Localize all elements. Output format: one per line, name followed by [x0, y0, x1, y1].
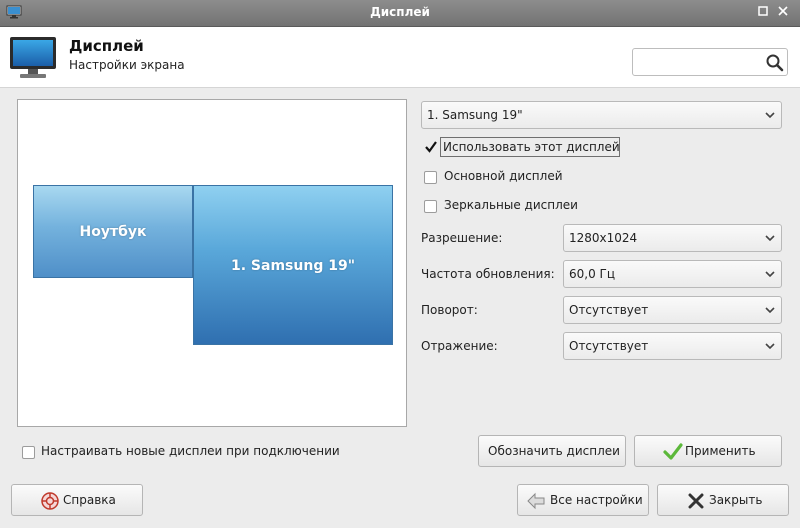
screen-samsung[interactable]: 1. Samsung 19" [193, 185, 393, 345]
close-window-button[interactable] [776, 6, 790, 20]
mirror-displays-label: Зеркальные дисплеи [444, 198, 578, 212]
rotation-value: Отсутствует [569, 303, 649, 317]
chevron-down-icon [765, 307, 775, 314]
rotation-select[interactable]: Отсутствует [563, 296, 782, 324]
chevron-down-icon [765, 235, 775, 242]
identify-displays-button[interactable]: Обозначить дисплеи [478, 435, 626, 467]
apply-label: Применить [685, 444, 756, 458]
configure-new-displays-checkbox[interactable] [22, 446, 35, 459]
monitor-icon [10, 37, 56, 78]
configure-new-displays-option[interactable]: Настраивать новые дисплеи при подключени… [22, 443, 352, 463]
resolution-label: Разрешение: [421, 231, 503, 245]
refresh-rate-select[interactable]: 60,0 Гц [563, 260, 782, 288]
reflection-label: Отражение: [421, 339, 498, 353]
resolution-value: 1280x1024 [569, 231, 638, 245]
refresh-rate-label: Частота обновления: [421, 267, 555, 281]
back-arrow-icon [527, 492, 545, 510]
identify-displays-label: Обозначить дисплеи [488, 444, 620, 458]
help-icon [41, 492, 59, 510]
window-title: Дисплей [370, 5, 430, 19]
close-icon [778, 6, 788, 16]
screen-laptop[interactable]: Ноутбук [33, 185, 193, 278]
mirror-displays-option[interactable]: Зеркальные дисплеи [424, 197, 624, 217]
maximize-button[interactable] [756, 6, 770, 20]
primary-display-option[interactable]: Основной дисплей [424, 168, 624, 188]
chevron-down-icon [765, 271, 775, 278]
chevron-down-icon [765, 343, 775, 350]
search-box[interactable] [632, 48, 788, 76]
display-layout-area[interactable]: Ноутбук 1. Samsung 19" [17, 99, 407, 427]
window-titlebar[interactable]: Дисплей [0, 0, 800, 27]
configure-new-displays-label: Настраивать новые дисплеи при подключени… [41, 444, 340, 458]
close-x-icon [688, 493, 704, 509]
mirror-displays-checkbox[interactable] [424, 200, 437, 213]
close-button[interactable]: Закрыть [657, 484, 789, 516]
rotation-label: Поворот: [421, 303, 478, 317]
primary-display-label: Основной дисплей [444, 169, 563, 183]
page-subtitle: Настройки экрана [69, 58, 185, 72]
resolution-select[interactable]: 1280x1024 [563, 224, 782, 252]
all-settings-button[interactable]: Все настройки [517, 484, 649, 516]
dialog-header: Дисплей Настройки экрана [0, 27, 800, 88]
checkmark-icon [663, 443, 683, 460]
refresh-rate-value: 60,0 Гц [569, 267, 616, 281]
display-select[interactable]: 1. Samsung 19" [421, 101, 782, 129]
close-label: Закрыть [709, 493, 763, 507]
apply-button[interactable]: Применить [634, 435, 782, 467]
search-icon[interactable] [765, 53, 785, 73]
help-label: Справка [63, 493, 116, 507]
help-button[interactable]: Справка [11, 484, 143, 516]
chevron-down-icon [765, 112, 775, 119]
use-display-checkbox[interactable] [424, 140, 438, 154]
reflection-value: Отсутствует [569, 339, 649, 353]
reflection-select[interactable]: Отсутствует [563, 332, 782, 360]
display-select-value: 1. Samsung 19" [427, 108, 523, 122]
use-display-option[interactable]: Использовать этот дисплей [424, 137, 624, 160]
use-display-label: Использовать этот дисплей [443, 140, 620, 154]
primary-display-checkbox[interactable] [424, 171, 437, 184]
search-input[interactable] [639, 53, 767, 73]
maximize-icon [758, 6, 768, 16]
all-settings-label: Все настройки [550, 493, 643, 507]
page-title: Дисплей [69, 37, 144, 55]
focus-ring: Использовать этот дисплей [440, 137, 620, 157]
